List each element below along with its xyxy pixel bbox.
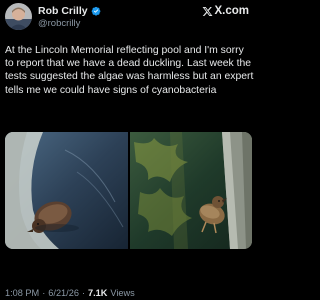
tweet-date[interactable]: 6/21/26 (48, 288, 79, 298)
meta-separator: · (42, 288, 46, 298)
photo-duckling-in-water[interactable] (5, 132, 128, 249)
author-name[interactable]: Rob Crilly (38, 5, 88, 17)
avatar[interactable] (5, 3, 32, 30)
x-logo[interactable]: X.com (202, 5, 249, 17)
author-name-row[interactable]: Rob Crilly (38, 5, 101, 17)
duckling-in-water-image (5, 132, 128, 249)
views-label: Views (110, 288, 135, 298)
meta-separator: · (81, 288, 85, 298)
views-count[interactable]: 7.1K (88, 288, 107, 298)
media-grid (5, 132, 252, 249)
avatar-image (5, 3, 32, 30)
photo-duckling-on-pool-edge[interactable] (130, 132, 252, 249)
verified-badge-icon (91, 6, 100, 16)
duckling-on-pool-edge-image (130, 132, 252, 249)
author-handle[interactable]: @robcrilly (38, 18, 80, 29)
tweet-time[interactable]: 1:08 PM (5, 288, 39, 298)
x-icon (203, 6, 213, 16)
x-brand-label: X.com (214, 5, 249, 17)
tweet-meta: 1:08 PM · 6/21/26 · 7.1K Views (5, 287, 135, 299)
tweet-text: At the Lincoln Memorial reflecting pool … (5, 45, 254, 96)
